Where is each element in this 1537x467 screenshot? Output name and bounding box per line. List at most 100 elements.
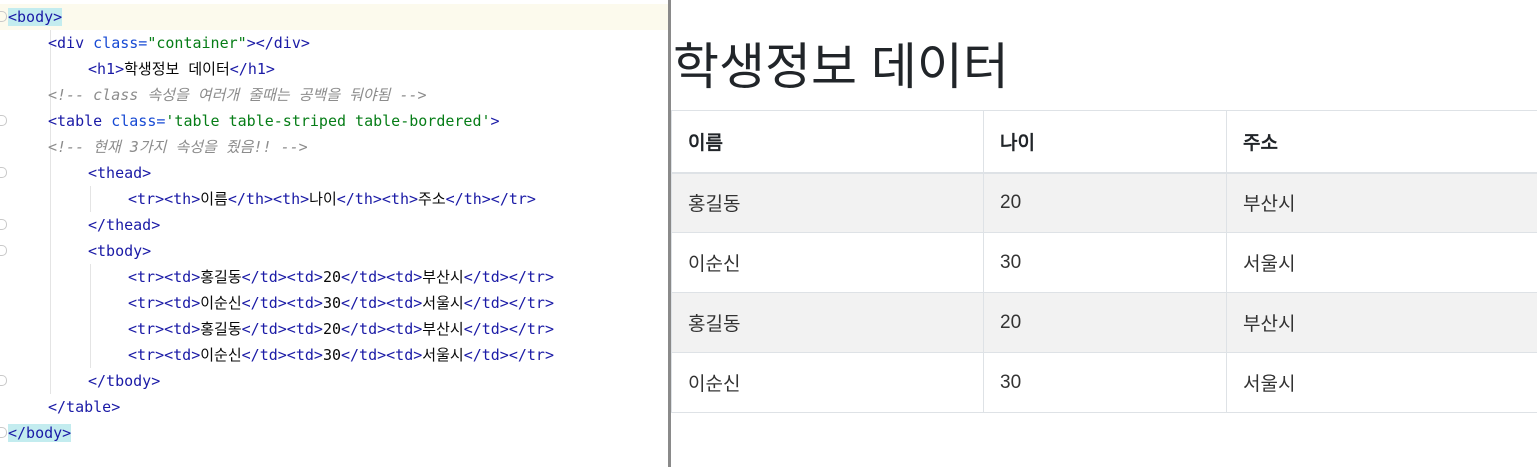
code-token: 홍길동 (200, 320, 242, 338)
code-token: 이름 (200, 190, 228, 208)
code-line[interactable]: </body> (0, 420, 668, 446)
fold-icon[interactable] (0, 219, 7, 230)
code-line[interactable]: <tr><td>이순신</td><td>30</td><td>서울시</td><… (0, 290, 668, 316)
cell-address: 서울시 (1226, 232, 1537, 293)
code-token: <!-- 현재 3가지 속성을 줬음!! --> (48, 138, 308, 156)
cell-address: 부산시 (1226, 292, 1537, 353)
cell-name: 홍길동 (671, 292, 984, 353)
table-header-row: 이름 나이 주소 (671, 110, 1537, 174)
table-row: 홍길동 20 부산시 (671, 172, 1537, 233)
code-token: </h1> (229, 60, 275, 78)
fold-icon[interactable] (0, 427, 7, 438)
code-token: 20 (322, 268, 341, 286)
cell-name: 이순신 (671, 352, 984, 413)
fold-icon[interactable] (0, 375, 7, 386)
header-address: 주소 (1226, 110, 1537, 174)
code-text: </thead> (88, 212, 160, 238)
code-line[interactable]: <!-- class 속성을 여러개 줄때는 공백을 둬야됨 --> (0, 82, 668, 108)
page-heading: 학생정보 데이터 (673, 39, 1009, 95)
code-line[interactable]: <tr><th>이름</th><th>나이</th><th>주소</th></t… (0, 186, 668, 212)
code-token: </body> (8, 424, 72, 442)
code-token: 30 (322, 294, 341, 312)
table-row: 이순신 30 서울시 (671, 352, 1537, 413)
code-token: </td><td> (341, 294, 423, 312)
cell-name: 홍길동 (671, 172, 984, 233)
code-line[interactable]: <tbody> (0, 238, 668, 264)
code-editor[interactable]: <body> <div class="container"></div> <h1>학… (0, 0, 668, 467)
code-token: </thead> (88, 216, 161, 234)
code-token: </th></tr> (445, 190, 536, 208)
code-token: </td></tr> (463, 320, 554, 338)
code-token: <div (48, 34, 94, 52)
cell-address: 부산시 (1226, 172, 1537, 233)
code-text: <tr><td>이순신</td><td>30</td><td>서울시</td><… (128, 290, 554, 316)
code-token: 서울시 (422, 294, 464, 312)
code-line[interactable]: </table> (0, 394, 668, 420)
cell-age: 20 (983, 172, 1227, 233)
code-text: <tr><th>이름</th><th>나이</th><th>주소</th></t… (128, 186, 536, 212)
code-token: <tr><td> (128, 294, 201, 312)
code-text: <div class="container"></div> (48, 30, 310, 56)
code-line[interactable]: </tbody> (0, 368, 668, 394)
code-line[interactable]: <h1>학생정보 데이터</h1> (0, 56, 668, 82)
code-line[interactable]: <table class='table table-striped table-… (0, 108, 668, 134)
code-token: 나이 (309, 190, 337, 208)
code-token: </td><td> (241, 346, 323, 364)
code-token: <body> (8, 8, 63, 26)
code-text: <thead> (88, 160, 151, 186)
code-line[interactable]: <tr><td>이순신</td><td>30</td><td>서울시</td><… (0, 342, 668, 368)
code-token: 이순신 (200, 346, 242, 364)
code-token: </td><td> (241, 268, 323, 286)
code-line[interactable]: <div class="container"></div> (0, 30, 668, 56)
code-token: </tbody> (88, 372, 161, 390)
code-token: <thead> (88, 164, 152, 182)
code-text: </body> (8, 420, 72, 446)
code-token: 서울시 (422, 346, 464, 364)
cell-name: 이순신 (671, 232, 984, 293)
student-table: 이름 나이 주소 홍길동 20 부산시 이순신 30 서울시 홍길동 20 부산… (671, 110, 1537, 413)
code-token: </td><td> (241, 294, 323, 312)
code-token: class= (93, 34, 148, 52)
code-text: <table class='table table-striped table-… (48, 108, 500, 134)
code-token: </th><th> (227, 190, 310, 208)
code-text: <tr><td>홍길동</td><td>20</td><td>부산시</td><… (128, 264, 554, 290)
cell-age: 30 (983, 352, 1227, 413)
code-text: <!-- class 속성을 여러개 줄때는 공백을 둬야됨 --> (48, 82, 427, 108)
code-token: 30 (322, 346, 341, 364)
code-line[interactable]: <tr><td>홍길동</td><td>20</td><td>부산시</td><… (0, 316, 668, 342)
code-token: <tr><td> (128, 268, 201, 286)
code-token: <tbody> (88, 242, 152, 260)
code-token: "container" (147, 34, 247, 52)
code-text: </tbody> (88, 368, 160, 394)
cell-age: 30 (983, 232, 1227, 293)
code-token: </td><td> (341, 320, 423, 338)
code-line[interactable]: <thead> (0, 160, 668, 186)
header-name: 이름 (671, 110, 984, 174)
code-token: </td></tr> (463, 268, 554, 286)
fold-icon[interactable] (0, 11, 7, 22)
code-token: 홍길동 (200, 268, 242, 286)
code-token: </td></tr> (463, 294, 554, 312)
code-token: 부산시 (422, 268, 464, 286)
code-token: <tr><th> (128, 190, 201, 208)
fold-icon[interactable] (0, 167, 7, 178)
code-token: </table> (48, 398, 121, 416)
code-text: <tr><td>홍길동</td><td>20</td><td>부산시</td><… (128, 316, 554, 342)
code-line[interactable]: <tr><td>홍길동</td><td>20</td><td>부산시</td><… (0, 264, 668, 290)
fold-icon[interactable] (0, 245, 7, 256)
code-text: <tr><td>이순신</td><td>30</td><td>서울시</td><… (128, 342, 554, 368)
code-line[interactable]: <!-- 현재 3가지 속성을 줬음!! --> (0, 134, 668, 160)
browser-preview: 학생정보 데이터 이름 나이 주소 홍길동 20 부산시 이순신 30 서울시 … (671, 0, 1537, 467)
code-token: <table (48, 112, 112, 130)
code-line[interactable]: <body> (0, 4, 668, 30)
table-row: 홍길동 20 부산시 (671, 292, 1537, 353)
code-line[interactable]: </thead> (0, 212, 668, 238)
table-row: 이순신 30 서울시 (671, 232, 1537, 293)
code-text: <body> (8, 4, 63, 30)
code-token: <!-- class 속성을 여러개 줄때는 공백을 둬야됨 --> (48, 86, 427, 104)
code-token: > (490, 112, 500, 130)
cell-address: 서울시 (1226, 352, 1537, 413)
code-token: </td><td> (241, 320, 323, 338)
code-token: class= (111, 112, 166, 130)
fold-icon[interactable] (0, 115, 7, 126)
